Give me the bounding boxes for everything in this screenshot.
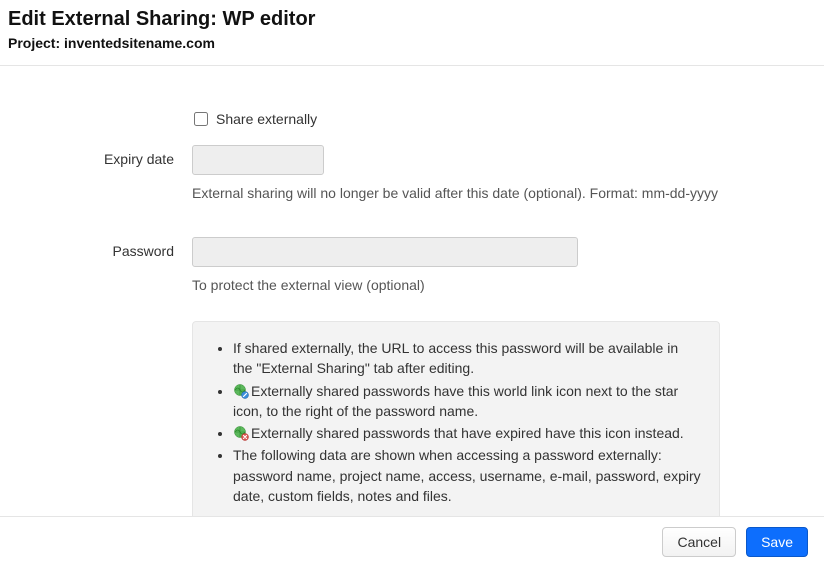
world-expired-icon	[233, 425, 249, 441]
share-externally-label[interactable]: Share externally	[216, 111, 317, 127]
password-label: Password	[16, 237, 192, 259]
info-panel: If shared externally, the URL to access …	[192, 321, 720, 516]
form-scroll-area[interactable]: Share externally Expiry date External sh…	[0, 67, 824, 516]
info-item-text: Externally shared passwords that have ex…	[251, 425, 684, 441]
info-item: Externally shared passwords that have ex…	[233, 423, 701, 443]
project-label: Project: inventedsitename.com	[8, 35, 816, 51]
password-help: To protect the external view (optional)	[192, 277, 732, 293]
info-item-text: Externally shared passwords have this wo…	[233, 383, 678, 419]
info-item: The following data are shown when access…	[233, 445, 701, 506]
world-link-icon	[233, 383, 249, 399]
expiry-date-label: Expiry date	[16, 145, 192, 167]
save-button[interactable]: Save	[746, 527, 808, 557]
share-externally-checkbox[interactable]	[194, 112, 208, 126]
info-item: If shared externally, the URL to access …	[233, 338, 701, 379]
info-item: Externally shared passwords have this wo…	[233, 381, 701, 422]
header-divider	[0, 65, 824, 66]
cancel-button[interactable]: Cancel	[662, 527, 736, 557]
dialog-title: Edit External Sharing: WP editor	[8, 8, 816, 31]
dialog-header: Edit External Sharing: WP editor Project…	[0, 0, 824, 57]
expiry-date-input[interactable]	[192, 145, 324, 175]
dialog-footer: Cancel Save	[0, 516, 824, 566]
password-input[interactable]	[192, 237, 578, 267]
expiry-date-help: External sharing will no longer be valid…	[192, 185, 732, 201]
share-externally-checkbox-wrap[interactable]: Share externally	[194, 107, 732, 127]
